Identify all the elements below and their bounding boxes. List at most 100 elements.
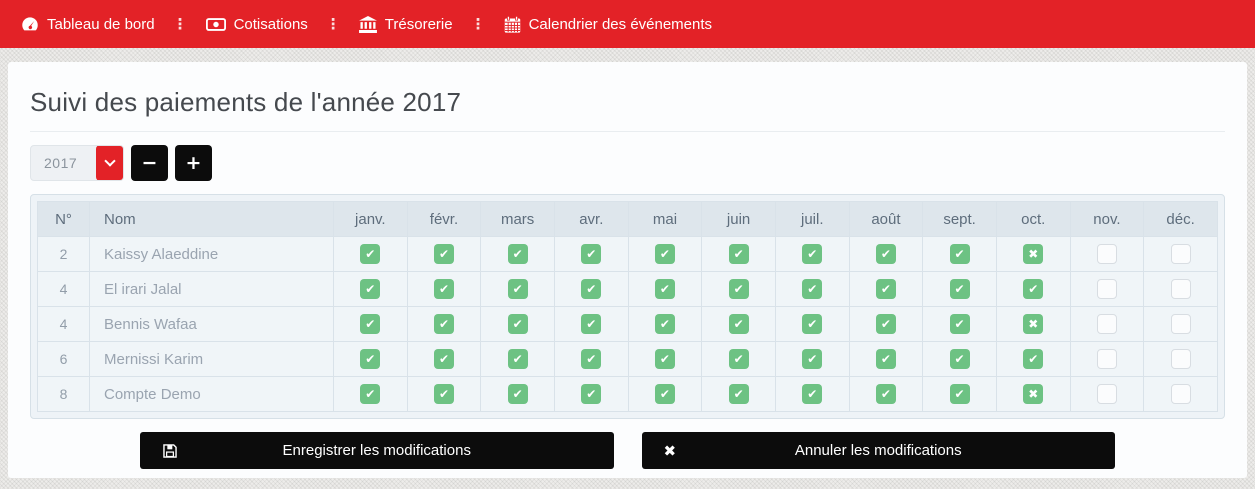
bank-icon bbox=[359, 16, 377, 33]
payment-checkbox-checked[interactable]: ✔ bbox=[876, 244, 896, 264]
payment-checkbox-checked[interactable]: ✔ bbox=[802, 349, 822, 369]
payment-checkbox-checked[interactable]: ✔ bbox=[729, 279, 749, 299]
payment-checkbox-checked[interactable]: ✔ bbox=[950, 314, 970, 334]
title-divider bbox=[30, 131, 1225, 132]
nav-item-tresorerie[interactable]: Trésorerie bbox=[348, 16, 464, 33]
payment-checkbox-checked[interactable]: ✔ bbox=[581, 314, 601, 334]
calendar-icon bbox=[504, 16, 521, 33]
payment-checkbox-checked[interactable]: ✔ bbox=[655, 279, 675, 299]
payment-checkbox-checked[interactable]: ✔ bbox=[876, 314, 896, 334]
payment-checkbox-checked[interactable]: ✔ bbox=[655, 244, 675, 264]
payment-checkbox-checked[interactable]: ✔ bbox=[360, 279, 380, 299]
year-select-value: 2017 bbox=[31, 146, 97, 180]
payment-checkbox-checked[interactable]: ✔ bbox=[508, 349, 528, 369]
table-row: 4Bennis Wafaa✔✔✔✔✔✔✔✔✔✖ bbox=[38, 307, 1218, 342]
nav-item-tableau-de-bord[interactable]: Tableau de bord bbox=[10, 16, 166, 33]
payment-checkbox-empty[interactable] bbox=[1097, 244, 1117, 264]
payment-checkbox-checked[interactable]: ✔ bbox=[802, 314, 822, 334]
payment-checkbox-checked[interactable]: ✔ bbox=[581, 349, 601, 369]
cancel-button[interactable]: ✖ Annuler les modifications bbox=[642, 432, 1116, 469]
table-row: 6Mernissi Karim✔✔✔✔✔✔✔✔✔✔ bbox=[38, 342, 1218, 377]
month-cell: ✔ bbox=[407, 377, 481, 412]
month-cell: ✔ bbox=[702, 307, 776, 342]
payment-checkbox-checked[interactable]: ✔ bbox=[434, 244, 454, 264]
payment-checkbox-checked[interactable]: ✔ bbox=[508, 384, 528, 404]
payment-checkbox-checked[interactable]: ✔ bbox=[729, 384, 749, 404]
year-increment-button[interactable]: + bbox=[175, 145, 212, 181]
nav-item-calendrier-des-evenements[interactable]: Calendrier des événements bbox=[493, 16, 723, 33]
payment-checkbox-empty[interactable] bbox=[1171, 314, 1191, 334]
payment-checkbox-checked[interactable]: ✔ bbox=[729, 314, 749, 334]
payment-checkbox-crossed[interactable]: ✖ bbox=[1023, 314, 1043, 334]
column-header-nov: nov. bbox=[1070, 202, 1144, 237]
table-row: 8Compte Demo✔✔✔✔✔✔✔✔✔✖ bbox=[38, 377, 1218, 412]
nav-item-label: Trésorerie bbox=[385, 16, 453, 33]
payment-checkbox-empty[interactable] bbox=[1171, 279, 1191, 299]
payment-checkbox-checked[interactable]: ✔ bbox=[360, 314, 380, 334]
payment-checkbox-checked[interactable]: ✔ bbox=[802, 384, 822, 404]
payment-checkbox-empty[interactable] bbox=[1097, 279, 1117, 299]
payment-checkbox-checked[interactable]: ✔ bbox=[802, 244, 822, 264]
member-name: Compte Demo bbox=[90, 377, 334, 412]
payment-checkbox-checked[interactable]: ✔ bbox=[729, 244, 749, 264]
month-cell: ✔ bbox=[334, 342, 408, 377]
payment-checkbox-checked[interactable]: ✔ bbox=[1023, 279, 1043, 299]
payment-checkbox-empty[interactable] bbox=[1171, 384, 1191, 404]
payment-checkbox-checked[interactable]: ✔ bbox=[434, 349, 454, 369]
payment-checkbox-checked[interactable]: ✔ bbox=[360, 244, 380, 264]
payment-checkbox-checked[interactable]: ✔ bbox=[655, 384, 675, 404]
payments-table: N°Nomjanv.févr.marsavr.maijuinjuil.aoûts… bbox=[37, 201, 1218, 412]
payment-checkbox-checked[interactable]: ✔ bbox=[950, 349, 970, 369]
month-cell: ✔ bbox=[407, 272, 481, 307]
payment-checkbox-checked[interactable]: ✔ bbox=[876, 384, 896, 404]
chevron-down-icon bbox=[96, 145, 124, 181]
payment-checkbox-empty[interactable] bbox=[1097, 349, 1117, 369]
payment-checkbox-checked[interactable]: ✔ bbox=[508, 279, 528, 299]
dashboard-icon bbox=[21, 16, 39, 32]
month-cell: ✔ bbox=[923, 377, 997, 412]
month-cell: ✔ bbox=[775, 377, 849, 412]
payment-checkbox-checked[interactable]: ✔ bbox=[434, 384, 454, 404]
year-decrement-button[interactable]: − bbox=[131, 145, 168, 181]
year-select[interactable]: 2017 bbox=[30, 145, 124, 181]
nav-separator-icon: ⋮ bbox=[319, 15, 348, 33]
month-cell: ✖ bbox=[996, 377, 1070, 412]
payment-checkbox-checked[interactable]: ✔ bbox=[950, 384, 970, 404]
payment-checkbox-checked[interactable]: ✔ bbox=[360, 349, 380, 369]
payment-checkbox-empty[interactable] bbox=[1171, 244, 1191, 264]
payment-checkbox-checked[interactable]: ✔ bbox=[360, 384, 380, 404]
payment-checkbox-empty[interactable] bbox=[1097, 314, 1117, 334]
payment-checkbox-checked[interactable]: ✔ bbox=[434, 314, 454, 334]
save-button-label: Enregistrer les modifications bbox=[283, 442, 471, 459]
payment-checkbox-checked[interactable]: ✔ bbox=[729, 349, 749, 369]
payment-checkbox-checked[interactable]: ✔ bbox=[434, 279, 454, 299]
payment-checkbox-checked[interactable]: ✔ bbox=[581, 279, 601, 299]
month-cell: ✔ bbox=[628, 342, 702, 377]
payment-checkbox-checked[interactable]: ✔ bbox=[950, 244, 970, 264]
month-cell: ✔ bbox=[849, 237, 923, 272]
nav-item-cotisations[interactable]: Cotisations bbox=[195, 16, 319, 33]
payment-checkbox-crossed[interactable]: ✖ bbox=[1023, 384, 1043, 404]
payment-checkbox-checked[interactable]: ✔ bbox=[655, 314, 675, 334]
payment-checkbox-checked[interactable]: ✔ bbox=[876, 279, 896, 299]
payment-checkbox-checked[interactable]: ✔ bbox=[876, 349, 896, 369]
column-header-nom: Nom bbox=[90, 202, 334, 237]
month-cell: ✔ bbox=[334, 237, 408, 272]
month-cell: ✔ bbox=[554, 272, 628, 307]
payment-checkbox-checked[interactable]: ✔ bbox=[581, 384, 601, 404]
payment-checkbox-checked[interactable]: ✔ bbox=[508, 314, 528, 334]
payment-checkbox-checked[interactable]: ✔ bbox=[950, 279, 970, 299]
payment-checkbox-checked[interactable]: ✔ bbox=[802, 279, 822, 299]
payment-checkbox-checked[interactable]: ✔ bbox=[1023, 349, 1043, 369]
payment-checkbox-empty[interactable] bbox=[1171, 349, 1191, 369]
nav-item-label: Tableau de bord bbox=[47, 16, 155, 33]
payment-checkbox-crossed[interactable]: ✖ bbox=[1023, 244, 1043, 264]
payment-checkbox-checked[interactable]: ✔ bbox=[655, 349, 675, 369]
payment-checkbox-checked[interactable]: ✔ bbox=[581, 244, 601, 264]
save-button[interactable]: Enregistrer les modifications bbox=[140, 432, 614, 469]
month-cell: ✔ bbox=[334, 272, 408, 307]
payment-checkbox-checked[interactable]: ✔ bbox=[508, 244, 528, 264]
month-cell: ✔ bbox=[702, 342, 776, 377]
payment-checkbox-empty[interactable] bbox=[1097, 384, 1117, 404]
table-row: 4El irari Jalal✔✔✔✔✔✔✔✔✔✔ bbox=[38, 272, 1218, 307]
